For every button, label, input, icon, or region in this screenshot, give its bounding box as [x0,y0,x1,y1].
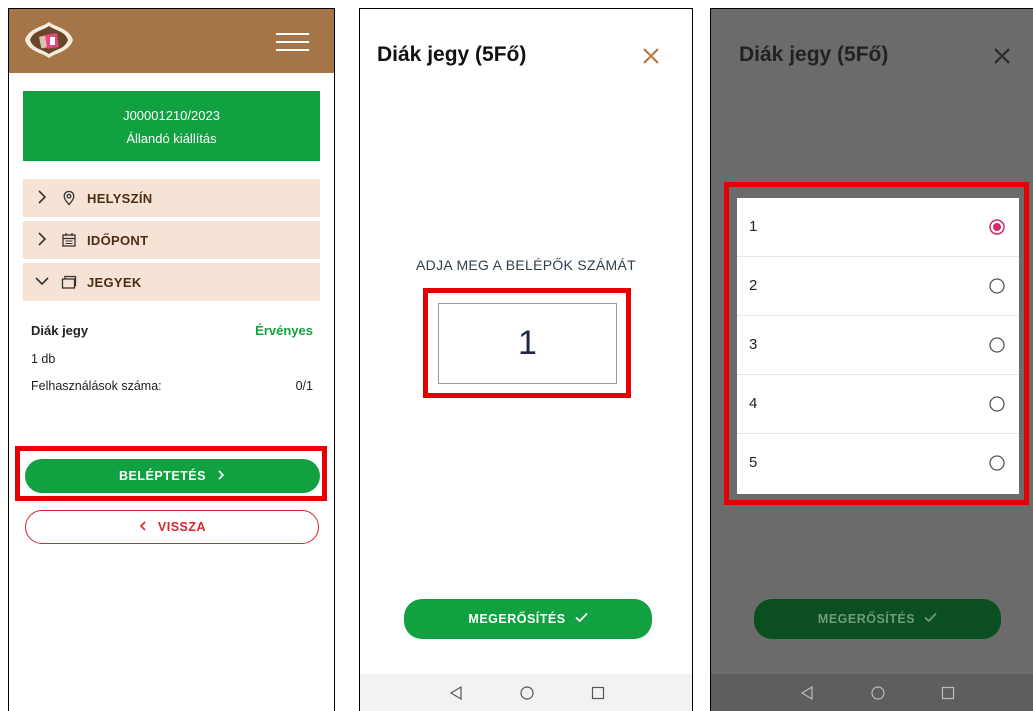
ticket-code: J00001210/2023 [123,108,220,123]
app-logo[interactable] [23,20,75,60]
option-5[interactable]: 5 [737,434,1019,493]
dialog-title: Diák jegy (5Fő) [739,43,889,66]
accordion-label: JEGYEK [87,275,142,290]
quantity-options-list: 1 2 3 4 5 [737,198,1019,494]
option-2[interactable]: 2 [737,257,1019,316]
option-4[interactable]: 4 [737,375,1019,434]
quantity-input[interactable]: 1 [438,303,617,384]
chevron-right-icon [38,190,47,204]
option-label: 3 [749,336,758,353]
enter-button-label: BELÉPTETÉS [119,469,206,483]
quantity-picker-screen: Diák jegy (5Fő) 1 2 3 4 5 MEGERŐSÍTÉS [710,8,1033,711]
back-button[interactable]: VISSZA [25,510,319,544]
radio-icon[interactable] [989,337,1005,353]
back-button-label: VISSZA [157,520,207,534]
radio-icon[interactable] [989,396,1005,412]
confirm-button-dimmed[interactable]: MEGERŐSÍTÉS [754,599,1001,639]
radio-selected-icon[interactable] [989,219,1005,235]
usage-row: Felhasználások száma: 0/1 [31,379,313,393]
exhibition-name: Állandó kiállítás [126,131,217,146]
ticket-quantity: 1 db [31,352,56,366]
ticket-name: Diák jegy [31,323,89,338]
usage-value: 0/1 [295,379,313,393]
dialog-title: Diák jegy (5Fő) [377,43,527,66]
enter-button[interactable]: BELÉPTETÉS [25,459,320,493]
option-label: 1 [749,218,758,235]
radio-icon[interactable] [989,455,1005,471]
home-nav-icon[interactable] [871,686,885,700]
accordion-label: HELYSZÍN [87,191,153,206]
back-nav-icon[interactable] [449,686,463,700]
option-label: 5 [749,454,758,471]
recents-nav-icon[interactable] [941,686,955,700]
recents-nav-icon[interactable] [591,686,605,700]
usage-label: Felhasználások száma: [31,379,162,393]
android-nav-bar [360,674,692,711]
check-icon [574,612,588,623]
location-pin-icon [63,190,75,206]
calendar-icon [62,233,76,247]
accordion-time[interactable]: IDŐPONT [23,221,320,259]
android-nav-bar [711,674,1033,711]
chevron-right-icon [218,470,225,480]
chevron-right-icon [38,232,47,246]
ticket-summary-card: J00001210/2023 Állandó kiállítás [23,91,320,161]
home-nav-icon[interactable] [520,686,534,700]
accordion-location[interactable]: HELYSZÍN [23,179,320,217]
radio-icon[interactable] [989,278,1005,294]
chevron-down-icon [35,277,49,286]
option-1[interactable]: 1 [737,198,1019,257]
quantity-input-screen: Diák jegy (5Fő) ADJA MEG A BELÉPŐK SZÁMÁ… [359,8,693,711]
ticket-icon [61,275,77,289]
menu-icon[interactable] [276,33,309,51]
quantity-prompt: ADJA MEG A BELÉPŐK SZÁMÁT [416,257,636,273]
ticket-status: Érvényes [255,323,313,338]
option-label: 4 [749,395,758,412]
confirm-button-label: MEGERŐSÍTÉS [468,612,566,626]
close-icon[interactable] [642,47,660,65]
confirm-button-label: MEGERŐSÍTÉS [817,612,916,626]
check-icon [924,612,937,623]
option-3[interactable]: 3 [737,316,1019,375]
accordion-tickets[interactable]: JEGYEK [23,263,320,301]
ticket-details-screen: J00001210/2023 Állandó kiállítás HELYSZÍ… [8,8,335,711]
ticket-row: Diák jegy Érvényes [31,323,313,338]
option-label: 2 [749,277,758,294]
chevron-left-icon [139,521,146,531]
accordion-label: IDŐPONT [87,233,149,248]
back-nav-icon[interactable] [800,686,814,700]
confirm-button[interactable]: MEGERŐSÍTÉS [404,599,652,639]
close-icon[interactable] [993,47,1011,65]
app-header [9,9,334,73]
